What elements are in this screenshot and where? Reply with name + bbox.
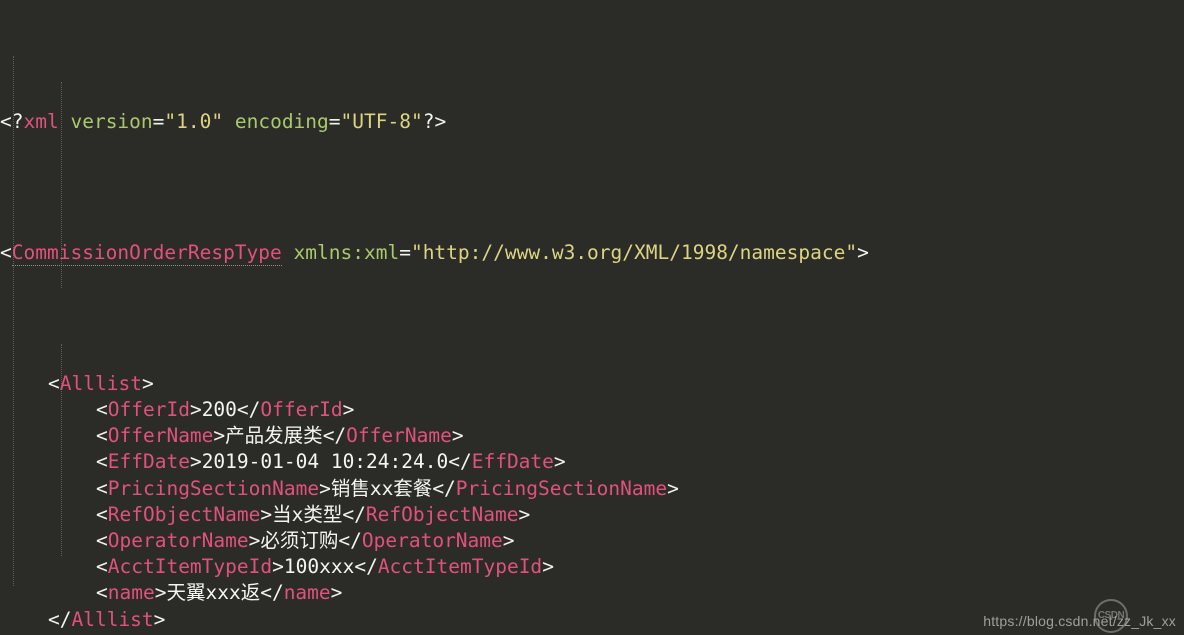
field-value: 200 xyxy=(201,398,237,421)
prolog-encoding-value: "UTF-8" xyxy=(340,109,423,133)
field-close-bracket-close: > xyxy=(542,555,554,579)
code-line-field: <OfferName>产品发展类</OfferName> xyxy=(0,423,869,449)
equals-3: = xyxy=(399,240,411,264)
field-close-bracket-close: > xyxy=(502,528,515,552)
field-open-bracket-close: > xyxy=(260,502,273,526)
field-value: 2019-01-04 10:24:24.0 xyxy=(201,450,449,474)
space-1 xyxy=(59,110,71,133)
field-open-bracket: < xyxy=(96,476,108,500)
field-tag-name-close: OfferId xyxy=(260,398,343,421)
field-close-bracket: </ xyxy=(236,398,261,421)
root-tag-name-open: CommissionOrderRespType xyxy=(11,240,282,266)
field-close-bracket: </ xyxy=(432,476,456,500)
field-close-bracket: </ xyxy=(342,502,366,526)
field-open-bracket: < xyxy=(96,528,108,552)
prolog-encoding-attr: encoding xyxy=(234,109,329,133)
code-line-field: <EffDate>2019-01-04 10:24:24.0</EffDate> xyxy=(0,449,869,475)
field-close-bracket-close: > xyxy=(451,424,464,448)
record-tag-name-close: Alllist xyxy=(71,607,154,631)
field-tag-name-close: OfferName xyxy=(346,424,452,448)
field-value: 必须订购 xyxy=(260,528,339,552)
equals-1: = xyxy=(152,109,165,133)
root-open-bracket: < xyxy=(0,240,12,264)
field-open-bracket-close: > xyxy=(189,450,202,474)
prolog-target: xml xyxy=(23,109,59,133)
close-close-bracket: > xyxy=(153,607,166,631)
xml-source-code[interactable]: <?xml version="1.0" encoding="UTF-8"?> <… xyxy=(0,0,869,635)
root-xmlns-value: "http://www.w3.org/XML/1998/namespace" xyxy=(410,240,858,264)
code-line-root-open: <CommissionOrderRespType xmlns:xml="http… xyxy=(0,240,869,266)
xml-code-viewer: <?xml version="1.0" encoding="UTF-8"?> <… xyxy=(0,0,1184,635)
code-line-field: <AcctItemTypeId>100xxx</AcctItemTypeId> xyxy=(0,554,869,580)
field-value: 销售xx套餐 xyxy=(330,476,433,500)
root-xmlns-attr: xmlns:xml xyxy=(293,240,400,264)
close-open-bracket: </ xyxy=(48,607,72,631)
field-open-bracket: < xyxy=(96,581,108,605)
field-tag-name-close: EffDate xyxy=(471,450,554,474)
field-close-bracket-close: > xyxy=(667,476,679,500)
prolog-open: <? xyxy=(0,109,24,133)
field-tag-name-open: RefObjectName xyxy=(107,502,261,526)
field-tag-name-open: EffDate xyxy=(107,450,190,474)
field-tag-name-open: OfferId xyxy=(107,398,190,421)
field-tag-name-open: AcctItemTypeId xyxy=(107,555,273,579)
field-close-bracket-close: > xyxy=(330,581,343,605)
record-list: <Alllist> <OfferId>200</OfferId> <OfferNam… xyxy=(0,371,869,635)
field-value: 当x类型 xyxy=(272,502,343,526)
field-close-bracket-close: > xyxy=(342,398,355,421)
field-open-bracket-close: > xyxy=(154,581,167,605)
open-bracket: < xyxy=(48,371,60,395)
field-tag-name-close: OperatorName xyxy=(361,528,503,552)
code-line-record-open: <Alllist> xyxy=(0,371,869,397)
field-tag-name-close: PricingSectionName xyxy=(455,476,668,500)
code-line-field: <OperatorName>必须订购</OperatorName> xyxy=(0,528,869,554)
field-close-bracket: </ xyxy=(338,528,362,552)
field-open-bracket: < xyxy=(96,555,108,579)
code-line-field: <PricingSectionName>销售xx套餐</PricingSecti… xyxy=(0,476,869,502)
field-value: 100xxx xyxy=(283,555,355,579)
field-open-bracket-close: > xyxy=(248,528,261,552)
field-open-bracket: < xyxy=(96,450,108,474)
field-open-bracket: < xyxy=(96,424,108,448)
field-tag-name-close: RefObjectName xyxy=(365,502,519,526)
code-line-field: <RefObjectName>当x类型</RefObjectName> xyxy=(0,502,869,528)
code-line-field: <OfferId>200</OfferId> xyxy=(0,397,869,423)
field-open-bracket: < xyxy=(96,502,108,526)
field-tag-name-open: PricingSectionName xyxy=(107,476,320,500)
close-bracket: > xyxy=(141,371,154,395)
field-close-bracket: </ xyxy=(354,555,378,579)
code-line-record-close: </Alllist> xyxy=(0,607,869,633)
field-close-bracket: </ xyxy=(260,581,284,605)
equals-2: = xyxy=(328,109,341,133)
space-3 xyxy=(282,241,294,264)
field-tag-name-open: OfferName xyxy=(107,424,214,448)
field-value: 天翼xxx返 xyxy=(166,581,261,605)
prolog-version-value: "1.0" xyxy=(164,109,224,133)
space-2 xyxy=(223,110,235,133)
field-tag-name-close: name xyxy=(283,581,331,605)
code-line-prolog: <?xml version="1.0" encoding="UTF-8"?> xyxy=(0,109,869,135)
field-close-bracket-close: > xyxy=(518,502,531,526)
prolog-version-attr: version xyxy=(70,109,153,133)
field-tag-name-open: OperatorName xyxy=(107,528,249,552)
field-close-bracket: </ xyxy=(448,450,472,474)
field-close-bracket-close: > xyxy=(553,450,566,474)
root-open-bracket-close: > xyxy=(857,240,869,264)
field-value: 产品发展类 xyxy=(225,424,323,448)
field-open-bracket: < xyxy=(96,398,108,421)
field-open-bracket-close: > xyxy=(319,476,331,500)
field-tag-name-close: AcctItemTypeId xyxy=(377,555,543,579)
field-close-bracket: </ xyxy=(322,424,347,448)
blog-url-watermark: https://blog.csdn.net/zz_Jk_xx xyxy=(983,613,1176,629)
field-open-bracket-close: > xyxy=(189,398,202,421)
field-tag-name-open: name xyxy=(107,581,155,605)
record-tag-name: Alllist xyxy=(59,371,142,395)
prolog-close: ?> xyxy=(422,109,447,133)
code-line-field: <name>天翼xxx返</name> xyxy=(0,580,869,606)
field-open-bracket-close: > xyxy=(213,424,226,448)
field-open-bracket-close: > xyxy=(272,555,284,579)
